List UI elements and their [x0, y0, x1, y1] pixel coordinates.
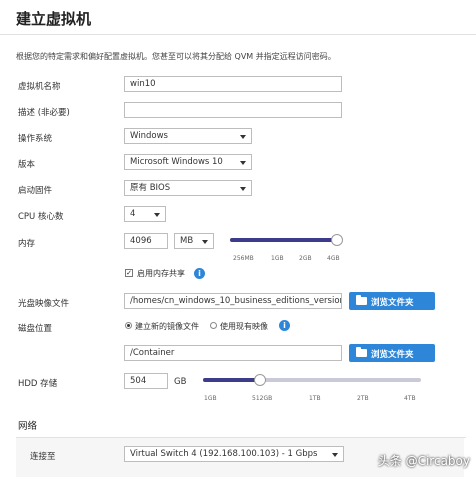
memory-unit-select[interactable]: MB: [174, 233, 214, 249]
iso-browse-button[interactable]: 浏览文件夹: [349, 292, 435, 310]
info-icon[interactable]: i: [194, 268, 205, 279]
os-label: 操作系统: [18, 134, 53, 144]
vm-description-input[interactable]: [124, 102, 342, 118]
existing-image-radio[interactable]: [210, 322, 217, 329]
memory-label: 内存: [18, 239, 36, 249]
os-select-value: Windows: [130, 131, 168, 141]
version-select-value: Microsoft Windows 10: [130, 157, 223, 167]
memory-unit-value: MB: [180, 236, 194, 246]
memory-slider-fill: [230, 238, 337, 242]
hdd-tick: 1GB: [204, 395, 217, 402]
vm-description-label: 描述 (非必要): [18, 108, 70, 118]
hdd-unit-label: GB: [174, 377, 187, 387]
disk-location-label: 磁盘位置: [18, 324, 53, 334]
memory-tick: 1GB: [271, 255, 284, 262]
memory-tick: 4GB: [327, 255, 340, 262]
hdd-tick: 2TB: [357, 395, 369, 402]
hdd-size-input[interactable]: 504: [124, 373, 168, 389]
iso-browse-label: 浏览文件夹: [371, 298, 414, 308]
disk-browse-button[interactable]: 浏览文件夹: [349, 344, 435, 362]
hdd-slider-handle[interactable]: [254, 374, 266, 386]
iso-label: 光盘映像文件: [18, 299, 70, 309]
info-icon[interactable]: i: [279, 320, 290, 331]
network-switch-value: Virtual Switch 4 (192.168.100.103) - 1 G…: [130, 449, 318, 459]
folder-icon: [356, 295, 367, 305]
hdd-slider-track[interactable]: [203, 378, 421, 382]
chevron-down-icon: [240, 161, 246, 165]
memory-input[interactable]: 4096: [124, 233, 168, 249]
chevron-down-icon: [154, 213, 160, 217]
disk-location-input[interactable]: /Container: [124, 345, 342, 361]
memory-tick: 2GB: [299, 255, 312, 262]
version-select[interactable]: Microsoft Windows 10: [124, 154, 252, 170]
disk-browse-label: 浏览文件夹: [371, 350, 414, 360]
hdd-slider-fill: [203, 378, 260, 382]
folder-icon: [356, 347, 367, 357]
iso-path-input[interactable]: /homes/cn_windows_10_business_editions_v…: [124, 293, 342, 309]
memory-tick: 256MB: [233, 255, 254, 262]
dialog-title: 建立虚拟机: [16, 10, 92, 28]
cpu-select[interactable]: 4: [124, 206, 166, 222]
os-select[interactable]: Windows: [124, 128, 252, 144]
chevron-down-icon: [202, 240, 208, 244]
title-divider: [0, 34, 476, 35]
cpu-label: CPU 核心数: [18, 212, 64, 222]
memory-share-checkbox[interactable]: ✓: [125, 269, 133, 277]
vm-name-input[interactable]: win10: [124, 76, 342, 92]
hdd-label: HDD 存储: [18, 379, 58, 389]
vm-name-label: 虚拟机名称: [18, 82, 61, 92]
dialog-description: 根据您的特定需求和偏好配置虚拟机。您甚至可以将其分配给 QVM 并指定远程访问密…: [16, 52, 336, 61]
hdd-tick: 1TB: [309, 395, 321, 402]
network-connect-label: 连接至: [30, 452, 56, 462]
cpu-select-value: 4: [130, 209, 136, 219]
hdd-tick: 4TB: [404, 395, 416, 402]
version-label: 版本: [18, 160, 36, 170]
chevron-down-icon: [332, 453, 338, 457]
hdd-tick: 512GB: [252, 395, 273, 402]
memory-slider-handle[interactable]: [331, 234, 343, 246]
network-section-title: 网络: [18, 421, 38, 432]
existing-image-label: 使用现有映像: [220, 322, 268, 331]
chevron-down-icon: [240, 187, 246, 191]
firmware-select[interactable]: 原有 BIOS: [124, 180, 252, 196]
firmware-label: 启动固件: [18, 186, 53, 196]
watermark: 头条 @Circaboy: [377, 454, 470, 468]
network-switch-select[interactable]: Virtual Switch 4 (192.168.100.103) - 1 G…: [124, 446, 344, 462]
memory-slider-track[interactable]: [230, 238, 337, 242]
firmware-select-value: 原有 BIOS: [130, 183, 171, 193]
chevron-down-icon: [240, 135, 246, 139]
new-image-radio[interactable]: [125, 322, 132, 329]
memory-share-label: 启用内存共享: [137, 269, 185, 278]
new-image-label: 建立新的镜像文件: [135, 322, 199, 331]
